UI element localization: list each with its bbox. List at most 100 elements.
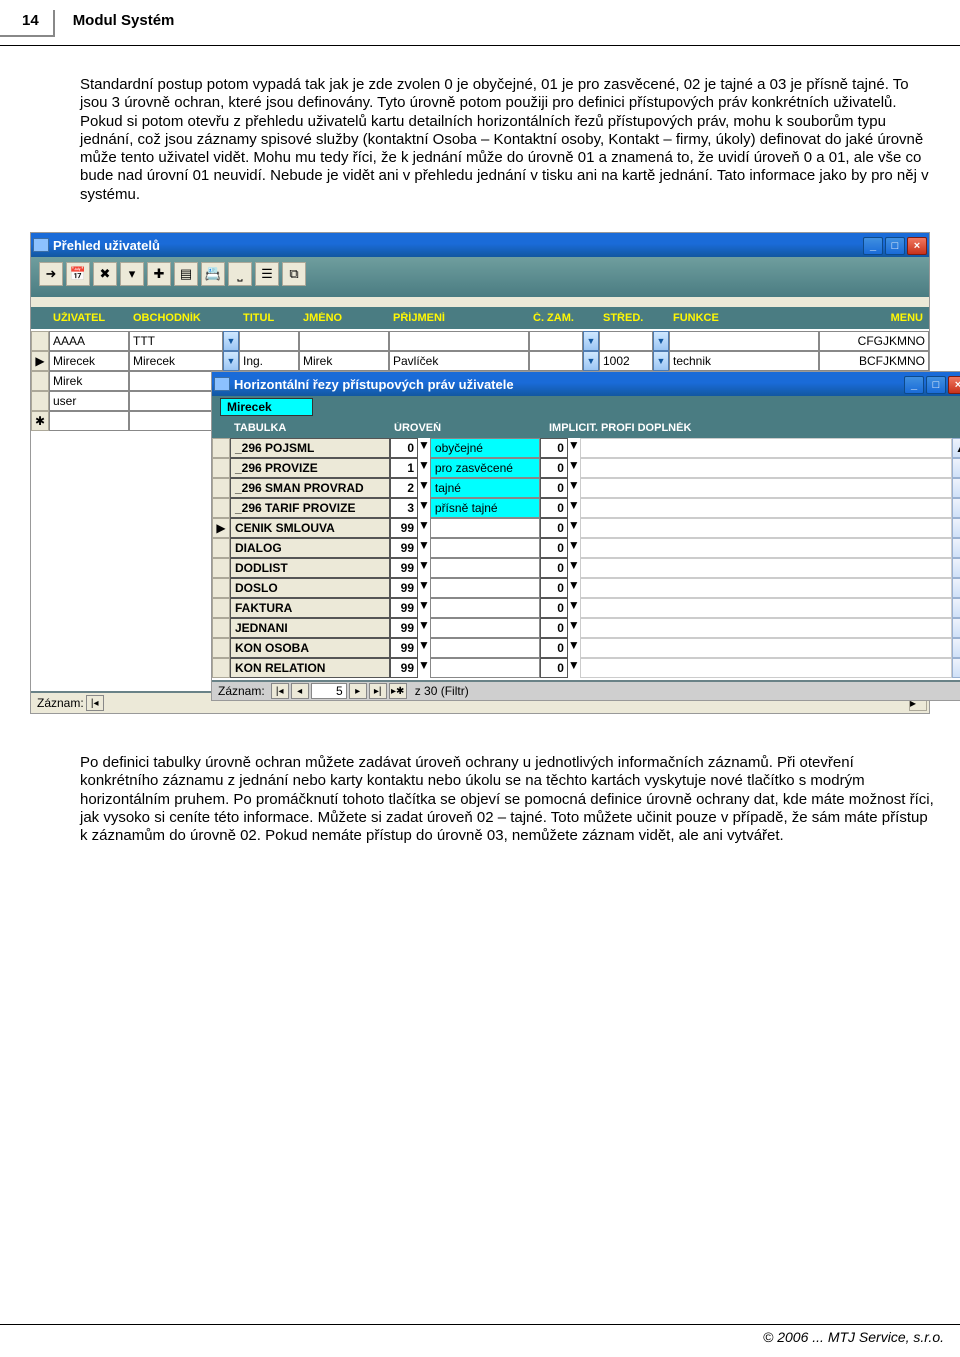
chevron-down-icon[interactable]: ▼ [418,558,430,578]
col-jmeno[interactable]: JMÉNO [299,312,389,324]
col-titul[interactable]: TITUL [239,312,299,324]
chevron-down-icon[interactable]: ▼ [568,478,580,498]
table-row[interactable]: DOSLO99▼0▼ [212,578,960,598]
chevron-down-icon[interactable]: ▼ [653,351,669,371]
chevron-down-icon[interactable]: ▼ [418,618,430,638]
toolbar-btn-6[interactable]: ▤ [174,262,198,286]
chevron-down-icon[interactable]: ▼ [418,578,430,598]
chevron-down-icon[interactable]: ▼ [418,438,430,458]
chevron-down-icon[interactable]: ▼ [223,331,239,351]
row-selector[interactable] [212,618,230,638]
table-row[interactable]: DODLIST99▼0▼ [212,558,960,578]
table-row[interactable]: AAAA TTT ▼ ▼ ▼ CFGJKMNO [31,331,929,351]
table-row[interactable]: KON OSOBA99▼0▼ [212,638,960,658]
row-selector[interactable] [31,371,49,391]
scrollbar[interactable] [952,658,960,678]
maximize-button[interactable]: □ [926,376,946,394]
row-selector[interactable] [212,538,230,558]
table-row[interactable]: JEDNANI99▼0▼ [212,618,960,638]
toolbar-btn-9[interactable]: ☰ [255,262,279,286]
nav-next-button[interactable]: ▸ [349,683,367,699]
minimize-button[interactable]: _ [904,376,924,394]
scrollbar[interactable] [952,518,960,538]
chevron-down-icon[interactable]: ▼ [568,498,580,518]
col-stred[interactable]: STŘED. [599,312,669,324]
toolbar-btn-8[interactable]: ⎵ [228,262,252,286]
scrollbar[interactable] [952,618,960,638]
col-czam[interactable]: Č. ZAM. [529,312,599,324]
titlebar[interactable]: Horizontální řezy přístupových práv uživ… [212,372,960,396]
col-obchodnik[interactable]: OBCHODNÍK [129,312,239,324]
scrollbar[interactable] [952,558,960,578]
nav-first-button[interactable]: |◂ [86,695,104,711]
row-selector[interactable] [31,331,49,351]
table-row[interactable]: ▶ Mirecek Mirecek ▼ Ing. Mirek Pavlíček … [31,351,929,371]
table-row[interactable]: _296 PROVIZE1▼pro zasvěcené0▼ [212,458,960,478]
nav-last-button[interactable]: ▸| [369,683,387,699]
col-uroven[interactable]: ÚROVEŇ [390,422,545,434]
chevron-down-icon[interactable]: ▼ [568,578,580,598]
table-row[interactable]: _296 TARIF PROVIZE3▼přísně tajné0▼ [212,498,960,518]
chevron-down-icon[interactable]: ▼ [223,351,239,371]
toolbar-btn-1[interactable]: ➜ [39,262,63,286]
row-selector[interactable] [212,658,230,678]
nav-first-button[interactable]: |◂ [271,683,289,699]
toolbar-btn-2[interactable]: 📅 [66,262,90,286]
toolbar-btn-4[interactable]: ▾ [120,262,144,286]
row-selector[interactable] [212,638,230,658]
chevron-down-icon[interactable]: ▼ [583,331,599,351]
chevron-down-icon[interactable]: ▼ [653,331,669,351]
nav-new-button[interactable]: ▸✱ [389,683,407,699]
table-row[interactable]: ▶CENIK SMLOUVA99▼0▼ [212,518,960,538]
nav-prev-button[interactable]: ◂ [291,683,309,699]
chevron-down-icon[interactable]: ▼ [568,438,580,458]
col-menu[interactable]: MENU [819,312,929,324]
maximize-button[interactable]: □ [885,237,905,255]
chevron-down-icon[interactable]: ▼ [568,518,580,538]
row-selector[interactable] [212,458,230,478]
scrollbar[interactable] [952,498,960,518]
chevron-down-icon[interactable]: ▼ [418,518,430,538]
scrollbar[interactable]: ▲ [952,438,960,458]
new-row-icon[interactable]: ✱ [31,411,49,431]
nav-position[interactable]: 5 [311,683,347,699]
col-prijmeni[interactable]: PŘÍJMENÍ [389,312,529,324]
col-funkce[interactable]: FUNKCE [669,312,819,324]
toolbar-btn-7[interactable]: 📇 [201,262,225,286]
toolbar-btn-10[interactable]: ⧉ [282,262,306,286]
table-row[interactable]: _296 POJSML0▼obyčejné0▼▲ [212,438,960,458]
toolbar-btn-5[interactable]: ✚ [147,262,171,286]
toolbar-btn-3[interactable]: ✖ [93,262,117,286]
chevron-down-icon[interactable]: ▼ [418,658,430,678]
table-row[interactable]: _296 SMAN PROVRAD2▼tajné0▼ [212,478,960,498]
chevron-down-icon[interactable]: ▼ [568,538,580,558]
scrollbar[interactable] [952,478,960,498]
chevron-down-icon[interactable]: ▼ [418,498,430,518]
row-selector[interactable] [212,598,230,618]
row-selector[interactable]: ▶ [31,351,49,371]
chevron-down-icon[interactable]: ▼ [583,351,599,371]
table-row[interactable]: FAKTURA99▼0▼ [212,598,960,618]
row-selector[interactable] [212,438,230,458]
chevron-down-icon[interactable]: ▼ [418,458,430,478]
scrollbar[interactable] [952,458,960,478]
row-selector[interactable]: ▶ [212,518,230,538]
titlebar[interactable]: Přehled uživatelů _ □ × [31,233,929,257]
row-selector[interactable] [31,391,49,411]
row-selector[interactable] [212,578,230,598]
chevron-down-icon[interactable]: ▼ [418,478,430,498]
table-row[interactable]: DIALOG99▼0▼ [212,538,960,558]
col-uzivatel[interactable]: UŽIVATEL [49,312,129,324]
chevron-down-icon[interactable]: ▼ [568,638,580,658]
chevron-down-icon[interactable]: ▼ [568,458,580,478]
chevron-down-icon[interactable]: ▼ [568,598,580,618]
minimize-button[interactable]: _ [863,237,883,255]
table-row[interactable]: KON RELATION99▼0▼ [212,658,960,678]
chevron-down-icon[interactable]: ▼ [418,538,430,558]
col-implicit[interactable]: IMPLICIT. PROFI DOPLNĚK [545,422,960,434]
chevron-down-icon[interactable]: ▼ [568,558,580,578]
chevron-down-icon[interactable]: ▼ [418,638,430,658]
close-button[interactable]: × [948,376,960,394]
close-button[interactable]: × [907,237,927,255]
col-tabulka[interactable]: TABULKA [230,422,390,434]
